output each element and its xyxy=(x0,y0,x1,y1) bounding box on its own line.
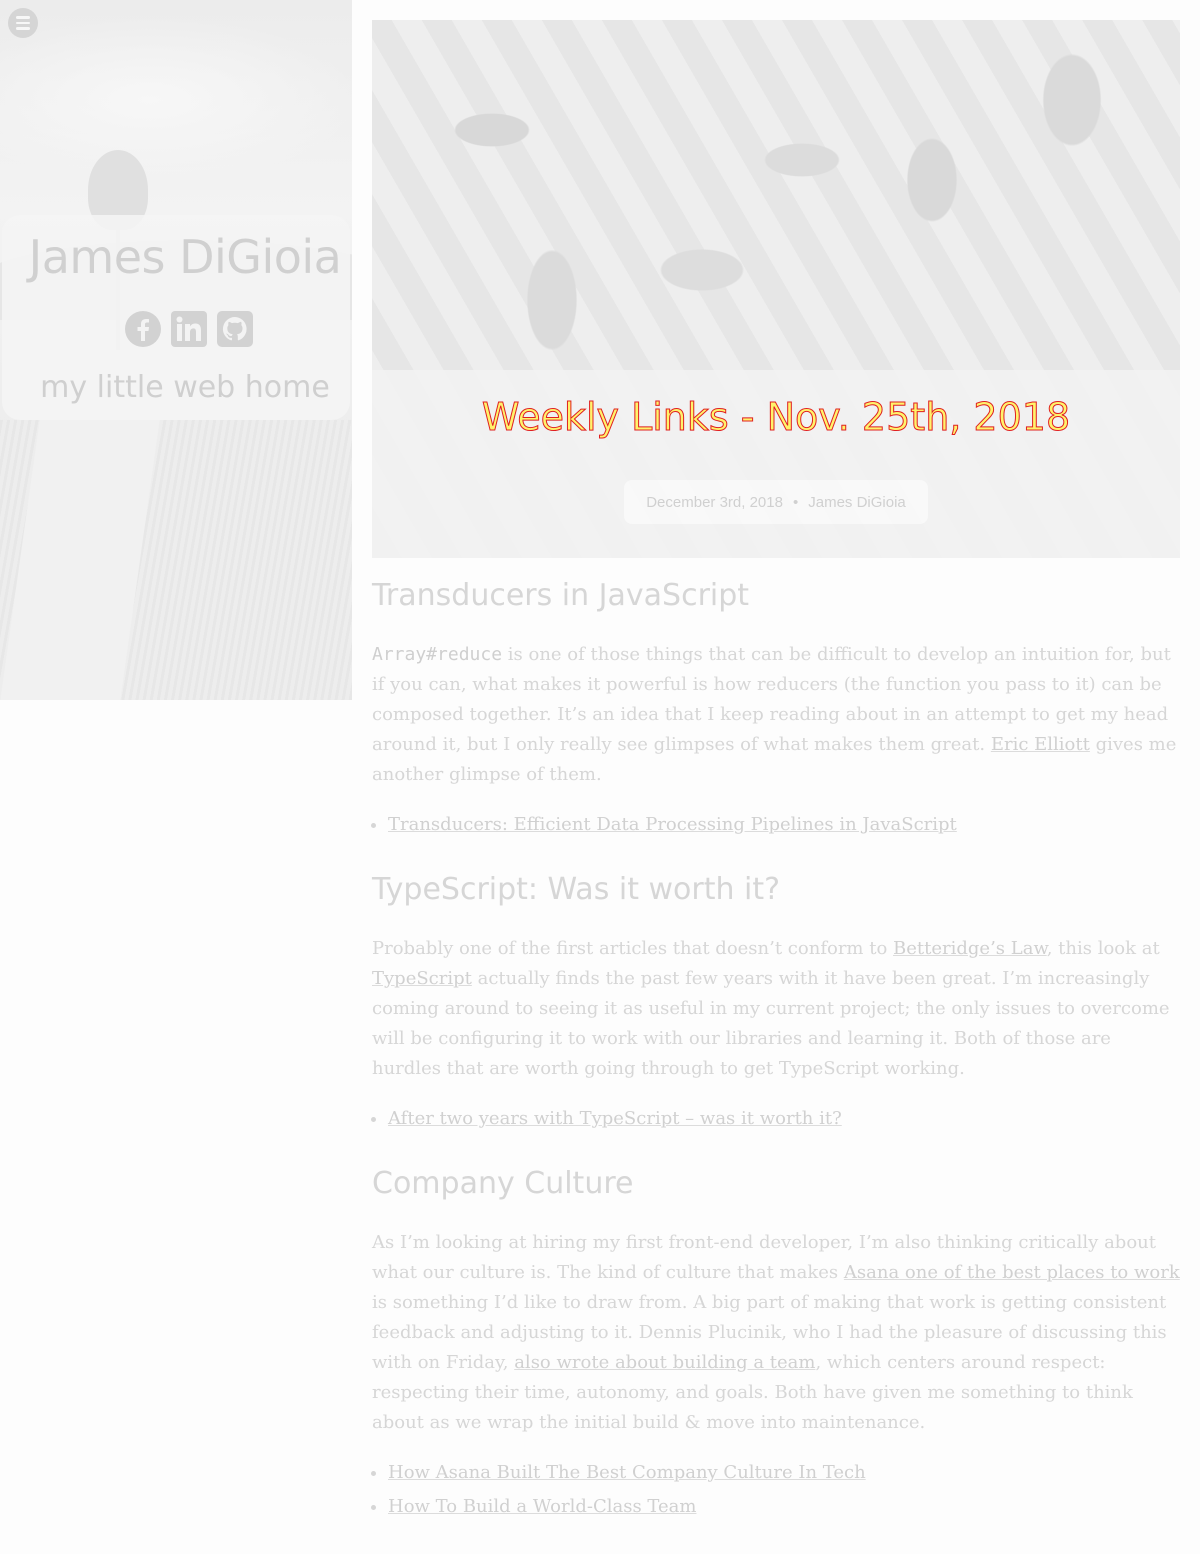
list-item: After two years with TypeScript – was it… xyxy=(388,1102,1180,1136)
paragraph-text: actually finds the past few years with i… xyxy=(372,968,1170,1079)
link-typescript-article[interactable]: After two years with TypeScript – was it… xyxy=(388,1108,842,1129)
post-hero: Weekly Links - Nov. 25th, 2018 December … xyxy=(372,20,1180,558)
section-transducers: Transducers in JavaScript Array#reduce i… xyxy=(372,578,1180,842)
sidebar-background-sky xyxy=(0,0,352,230)
section-paragraph: As I’m looking at hiring my first front-… xyxy=(372,1228,1180,1438)
post-date: December 3rd, 2018 xyxy=(646,493,783,511)
section-heading: Transducers in JavaScript xyxy=(372,578,750,613)
link-eric-elliott[interactable]: Eric Elliott xyxy=(991,734,1090,755)
linkedin-icon[interactable] xyxy=(170,310,208,348)
list-item: How Asana Built The Best Company Culture… xyxy=(388,1456,1180,1490)
post-content: Transducers in JavaScript Array#reduce i… xyxy=(372,578,1180,1554)
site-author-name: James DiGioia xyxy=(28,230,342,284)
section-typescript: TypeScript: Was it worth it? Probably on… xyxy=(372,872,1180,1136)
social-links xyxy=(124,310,254,348)
site-tagline: my little web home xyxy=(40,370,330,405)
link-typescript[interactable]: TypeScript xyxy=(372,968,472,989)
hamburger-icon[interactable] xyxy=(8,8,38,38)
link-betteridges-law[interactable]: Betteridge’s Law xyxy=(893,938,1047,959)
link-list: After two years with TypeScript – was it… xyxy=(372,1102,1180,1136)
inline-code: Array#reduce xyxy=(372,644,503,665)
post-meta: December 3rd, 2018 • James DiGioia xyxy=(624,480,928,524)
facebook-icon[interactable] xyxy=(124,310,162,348)
link-list: How Asana Built The Best Company Culture… xyxy=(372,1456,1180,1524)
section-heading: Company Culture xyxy=(372,1166,634,1201)
list-item: Transducers: Efficient Data Processing P… xyxy=(388,808,1180,842)
section-heading: TypeScript: Was it worth it? xyxy=(372,872,781,907)
post-title: Weekly Links - Nov. 25th, 2018 xyxy=(481,395,1071,440)
link-asana-best-places[interactable]: Asana one of the best places to work xyxy=(844,1262,1180,1283)
github-icon[interactable] xyxy=(216,310,254,348)
list-item: How To Build a World-Class Team xyxy=(388,1490,1180,1524)
link-building-a-team[interactable]: also wrote about building a team xyxy=(514,1352,815,1373)
link-world-class-team-article[interactable]: How To Build a World-Class Team xyxy=(388,1496,696,1517)
sidebar: James DiGioia my little web home xyxy=(0,0,352,700)
link-transducers-article[interactable]: Transducers: Efficient Data Processing P… xyxy=(388,814,957,835)
post-author[interactable]: James DiGioia xyxy=(808,494,906,511)
section-paragraph: Array#reduce is one of those things that… xyxy=(372,640,1180,790)
paragraph-text: Probably one of the first articles that … xyxy=(372,938,894,959)
link-asana-culture-article[interactable]: How Asana Built The Best Company Culture… xyxy=(388,1462,866,1483)
section-company-culture: Company Culture As I’m looking at hiring… xyxy=(372,1166,1180,1524)
meta-separator: • xyxy=(792,493,799,511)
paragraph-text: , this look at xyxy=(1046,938,1160,959)
link-list: Transducers: Efficient Data Processing P… xyxy=(372,808,1180,842)
section-paragraph: Probably one of the first articles that … xyxy=(372,934,1180,1084)
